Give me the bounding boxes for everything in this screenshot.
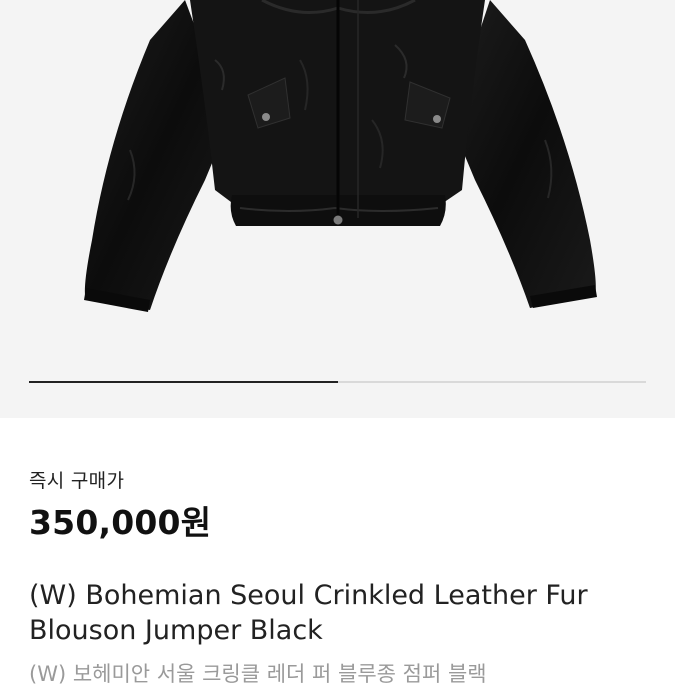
price: 350,000원 (29, 503, 212, 542)
product-title-en: (W) Bohemian Seoul Crinkled Leather Fur … (29, 580, 588, 646)
product-title-ko: (W) 보헤미안 서울 크링클 레더 퍼 블루종 점퍼 블랙 (29, 662, 487, 686)
product-image[interactable] (0, 0, 675, 418)
carousel-progress-track (29, 381, 646, 383)
carousel-progress-bar (29, 381, 338, 383)
price-label: 즉시 구매가 (29, 470, 125, 492)
product-image-carousel[interactable] (0, 0, 675, 418)
